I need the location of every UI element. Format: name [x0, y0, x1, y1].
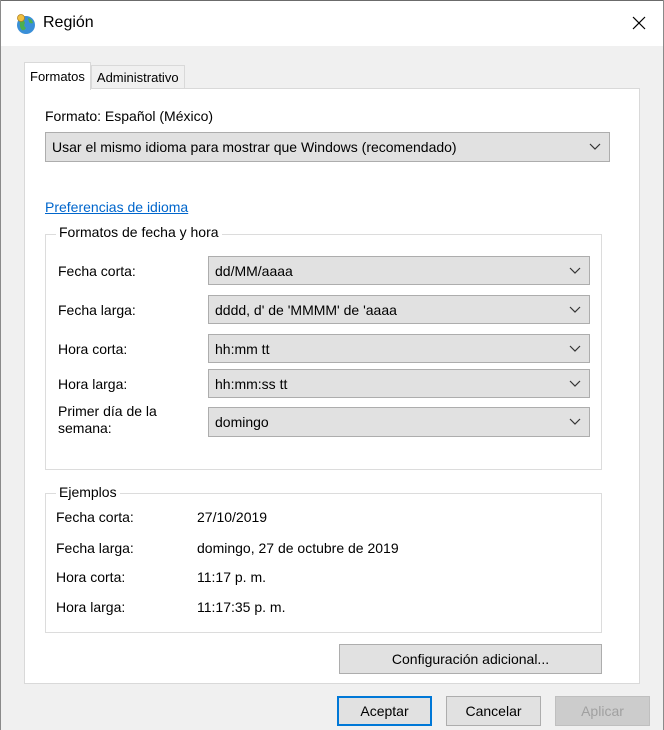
example-short-time-label: Hora corta: — [56, 569, 126, 585]
short-time-label: Hora corta: — [58, 341, 128, 357]
cancel-button[interactable]: Cancelar — [446, 696, 541, 726]
title-bar: Región — [1, 0, 663, 46]
examples-title: Ejemplos — [56, 484, 120, 500]
apply-button[interactable]: Aplicar — [555, 696, 650, 726]
short-date-value: dd/MM/aaaa — [215, 262, 293, 279]
long-time-dropdown[interactable]: hh:mm:ss tt — [208, 369, 590, 398]
chevron-down-icon — [589, 143, 601, 150]
globe-region-icon — [15, 13, 37, 35]
long-date-dropdown[interactable]: dddd, d' de 'MMMM' de 'aaaa — [208, 295, 590, 324]
long-date-value: dddd, d' de 'MMMM' de 'aaaa — [215, 301, 397, 318]
example-long-time-label: Hora larga: — [56, 599, 126, 615]
long-time-label: Hora larga: — [58, 376, 128, 392]
close-button[interactable] — [615, 1, 663, 47]
long-date-label: Fecha larga: — [58, 302, 136, 318]
window-title: Región — [43, 14, 94, 31]
tab-panel-formatos: Formato: Español (México) Usar el mismo … — [24, 88, 640, 684]
first-day-value: domingo — [215, 414, 269, 430]
close-icon — [632, 16, 646, 33]
format-dropdown-value: Usar el mismo idioma para mostrar que Wi… — [52, 139, 457, 155]
tab-formatos[interactable]: Formatos — [24, 62, 91, 90]
date-time-formats-title: Formatos de fecha y hora — [56, 224, 222, 240]
example-short-date-value: 27/10/2019 — [197, 509, 268, 525]
chevron-down-icon — [569, 418, 581, 425]
first-day-dropdown[interactable]: domingo — [208, 407, 590, 437]
example-long-date-value: domingo, 27 de octubre de 2019 — [197, 540, 399, 556]
first-day-label: Primer día de la semana: — [58, 403, 157, 436]
tab-strip: Formatos Administrativo — [24, 62, 185, 90]
short-date-label: Fecha corta: — [58, 263, 136, 279]
chevron-down-icon — [569, 267, 581, 274]
short-time-dropdown[interactable]: hh:mm tt — [208, 334, 590, 363]
chevron-down-icon — [569, 380, 581, 387]
additional-settings-button[interactable]: Configuración adicional... — [339, 644, 602, 674]
short-date-dropdown[interactable]: dd/MM/aaaa — [208, 256, 590, 285]
tab-administrativo[interactable]: Administrativo — [90, 65, 185, 89]
short-time-value: hh:mm tt — [215, 340, 270, 357]
chevron-down-icon — [569, 306, 581, 313]
format-label: Formato: Español (México) — [45, 108, 214, 124]
example-long-time-value: 11:17:35 p. m. — [197, 599, 286, 615]
language-preferences-link[interactable]: Preferencias de idioma — [45, 199, 188, 215]
ok-button[interactable]: Aceptar — [337, 696, 432, 726]
format-dropdown[interactable]: Usar el mismo idioma para mostrar que Wi… — [45, 132, 610, 162]
example-long-date-label: Fecha larga: — [56, 540, 134, 556]
example-short-time-value: 11:17 p. m. — [197, 569, 267, 585]
chevron-down-icon — [569, 345, 581, 352]
example-short-date-label: Fecha corta: — [56, 509, 134, 525]
long-time-value: hh:mm:ss tt — [215, 375, 288, 392]
region-dialog: Región Formatos Administrativo Formato: … — [0, 0, 664, 730]
